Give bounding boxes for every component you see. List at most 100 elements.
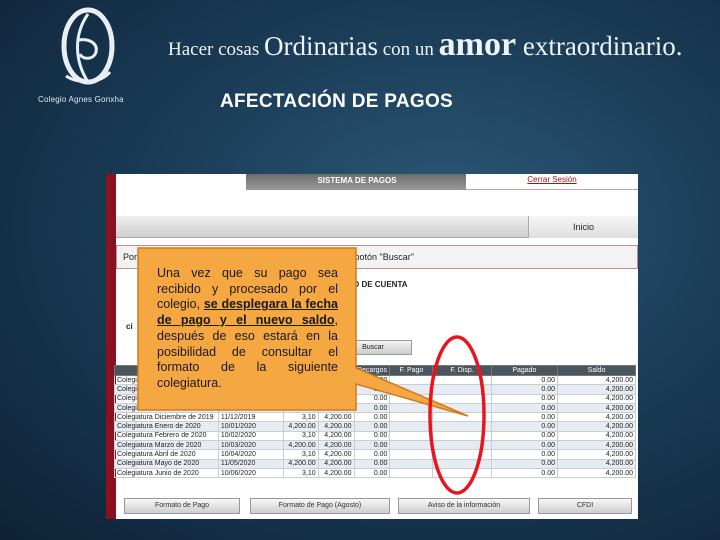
table-cell: Colegiatura Febrero de 2020 [114,430,219,442]
information-notice-button[interactable]: Aviso de la información [398,498,530,514]
table-cell: 0.00 [490,421,559,432]
table-cell: Colegiatura Marzo de 2020 [114,440,219,451]
table-cell: 4,200.00 [317,430,355,442]
table-cell [389,458,434,469]
table-cell: 4,200.00 [557,421,636,432]
motto-part: con un [377,39,439,60]
table-cell: Colegiatura Junio de 2020 [114,467,219,479]
table-cell [432,449,492,460]
table-row: Colegiatura Abril de 2020 10/04/2020 3,10 4… [114,449,636,460]
table-cell: Colegiatura Mayo de 2020 [114,458,219,469]
payment-form-button[interactable]: Formato de Pago [124,498,240,514]
column-header: Saldo [557,365,636,376]
table-cell: 0.00 [353,402,391,414]
table-cell: 3,10 [282,467,319,479]
table-cell: 0.00 [353,458,391,469]
cfdi-button[interactable]: CFDI [538,498,632,514]
table-cell: 0.00 [490,458,559,469]
table-cell [389,402,434,414]
payment-form-august-button[interactable]: Formato de Pago (Agosto) [250,498,390,514]
table-cell: 0.00 [490,430,559,442]
table-cell: 4,200.00 [317,412,355,423]
section-title: O DE CUENTA [353,280,408,289]
table-cell: 3,10 [282,449,319,460]
nav-home-tab[interactable]: Inicio [528,216,638,238]
column-header: Recargos [353,365,391,376]
table-cell: 0.00 [353,412,391,423]
table-cell: 0.00 [490,467,559,479]
table-cell: 0.00 [353,384,391,395]
motto: Hacer cosas Ordinarias con un amor extra… [168,26,683,64]
table-cell: 10/01/2020 [217,421,284,432]
table-cell [389,412,434,423]
table-cell [432,402,492,414]
table-cell: 0.00 [490,384,559,395]
table-cell: 4,200.00 [557,384,636,395]
table-row: Colegiatura Marzo de 2020 10/03/2020 4,200… [114,440,636,451]
table-cell: 0.00 [353,374,391,386]
table-cell: 4,200.00 [557,430,636,442]
table-cell: 11/12/2019 [217,412,284,423]
column-header: F. Disp. [432,365,492,376]
logout-link[interactable]: Cerrar Sesión [466,174,638,190]
instruction-left: Por [123,252,138,262]
table-cell: 0.00 [353,430,391,442]
table-cell: 0.00 [353,449,391,460]
table-cell [389,430,434,442]
table-cell: 4,200.00 [317,440,355,451]
instruction-right: el botón "Buscar" [345,252,414,262]
table-cell: 0.00 [353,440,391,451]
table-row: Colegiatura Febrero de 2020 10/02/2020 3,1… [114,430,636,442]
table-cell [432,467,492,479]
table-row: Colegiatura Junio de 2020 10/06/2020 3,10 4… [114,467,636,479]
table-cell: 0.00 [353,467,391,479]
table-cell: 4,200.00 [282,421,319,432]
table-cell: 0.00 [490,412,559,423]
motto-part: Hacer cosas [168,39,265,60]
table-row: Colegiatura Mayo de 2020 11/05/2020 4,200.… [114,458,636,469]
table-cell: 4,200.00 [557,467,636,479]
table-cell: Colegiatura Diciembre de 2019 [114,412,219,423]
table-cell: 10/03/2020 [217,440,284,451]
table-cell: 10/06/2020 [217,467,284,479]
nav-bar: Inicio [116,216,638,238]
table-cell [389,467,434,479]
table-cell [389,384,434,395]
table-cell: 4,200.00 [557,402,636,414]
table-cell: 0.00 [353,421,391,432]
table-cell: 0.00 [490,402,559,414]
table-cell [389,374,434,386]
slide-title: AFECTACIÓN DE PAGOS [220,91,454,112]
motto-part: Ordinarias [264,31,378,61]
table-cell: 4,200.00 [557,449,636,460]
table-cell: 0.00 [353,393,391,404]
table-cell: 4,200.00 [557,412,636,423]
table-cell [432,421,492,432]
table-cell: 4,200.00 [317,458,355,469]
table-cell: 4,200.00 [557,440,636,451]
table-cell: 4,200.00 [557,393,636,404]
table-cell [389,440,434,451]
column-header: Pagado [490,365,559,376]
table-cell: 4,200.00 [317,449,355,460]
table-cell: 0.00 [490,440,559,451]
table-cell [432,440,492,451]
table-cell: 0.00 [490,374,559,386]
table-cell [389,449,434,460]
action-buttons: Formato de Pago Formato de Pago (Agosto)… [124,498,632,516]
table-row: Colegiatura Diciembre de 2019 11/12/2019 3… [114,412,636,423]
motto-part: amor [438,26,517,63]
table-row: Colegiatura Enero de 2020 10/01/2020 4,200… [114,421,636,432]
table-cell [432,393,492,404]
school-logo [48,6,128,90]
table-cell: 4,200.00 [282,440,319,451]
table-cell [432,374,492,386]
table-cell: 4,200.00 [557,374,636,386]
table-cell [432,384,492,395]
table-cell: 4,200.00 [317,467,355,479]
table-cell: Colegiatura Abril de 2020 [114,449,219,460]
motto-part: extraordinario. [516,31,683,61]
table-cell: Colegiatura Enero de 2020 [114,421,219,432]
table-cell: 0.00 [490,393,559,404]
table-cell: 3,10 [282,430,319,442]
